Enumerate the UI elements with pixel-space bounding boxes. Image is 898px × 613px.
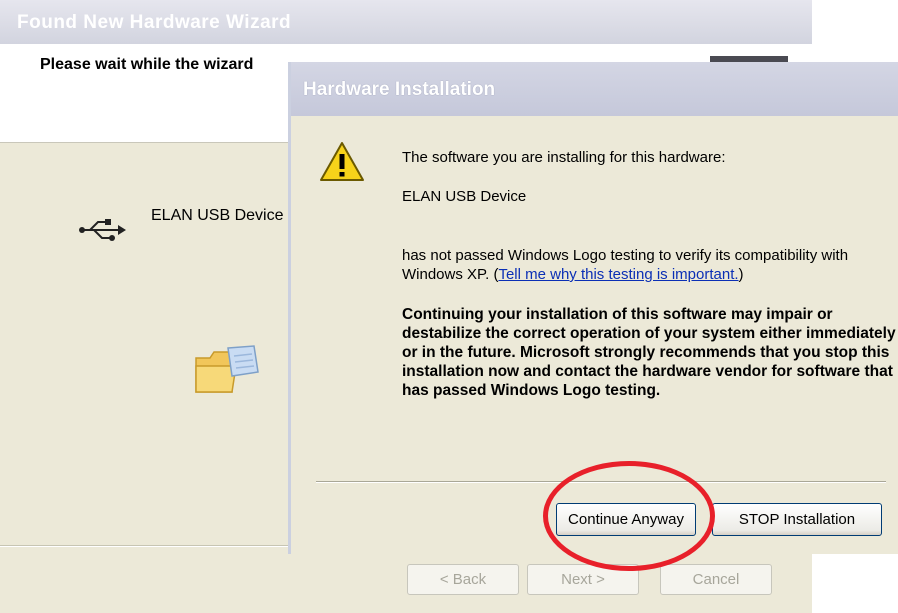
logo-testing-paragraph: has not passed Windows Logo testing to v… (402, 246, 898, 284)
warning-icon (320, 142, 364, 181)
link-close-paren: ) (738, 266, 744, 283)
dialog-device-name: ELAN USB Device (402, 188, 527, 205)
warning-paragraph: Continuing your installation of this sof… (402, 306, 896, 399)
back-button[interactable]: < Back (407, 564, 519, 595)
usb-icon (79, 219, 126, 241)
wizard-title: Found New Hardware Wizard (17, 12, 292, 33)
why-testing-link[interactable]: Tell me why this testing is important. (498, 266, 738, 283)
dialog-title-bar: Hardware Installation (291, 62, 898, 116)
stop-installation-button[interactable]: STOP Installation (712, 503, 882, 536)
folder-search-icon (195, 345, 259, 393)
wizard-header-text: Please wait while the wizard (40, 56, 254, 73)
dialog-title: Hardware Installation (303, 79, 496, 100)
highlight-circle (543, 461, 715, 571)
software-install-line: The software you are installing for this… (402, 149, 726, 166)
wizard-device-name: ELAN USB Device (151, 207, 284, 224)
cancel-button[interactable]: Cancel (660, 564, 772, 595)
wizard-title-bar: Found New Hardware Wizard (0, 0, 812, 44)
